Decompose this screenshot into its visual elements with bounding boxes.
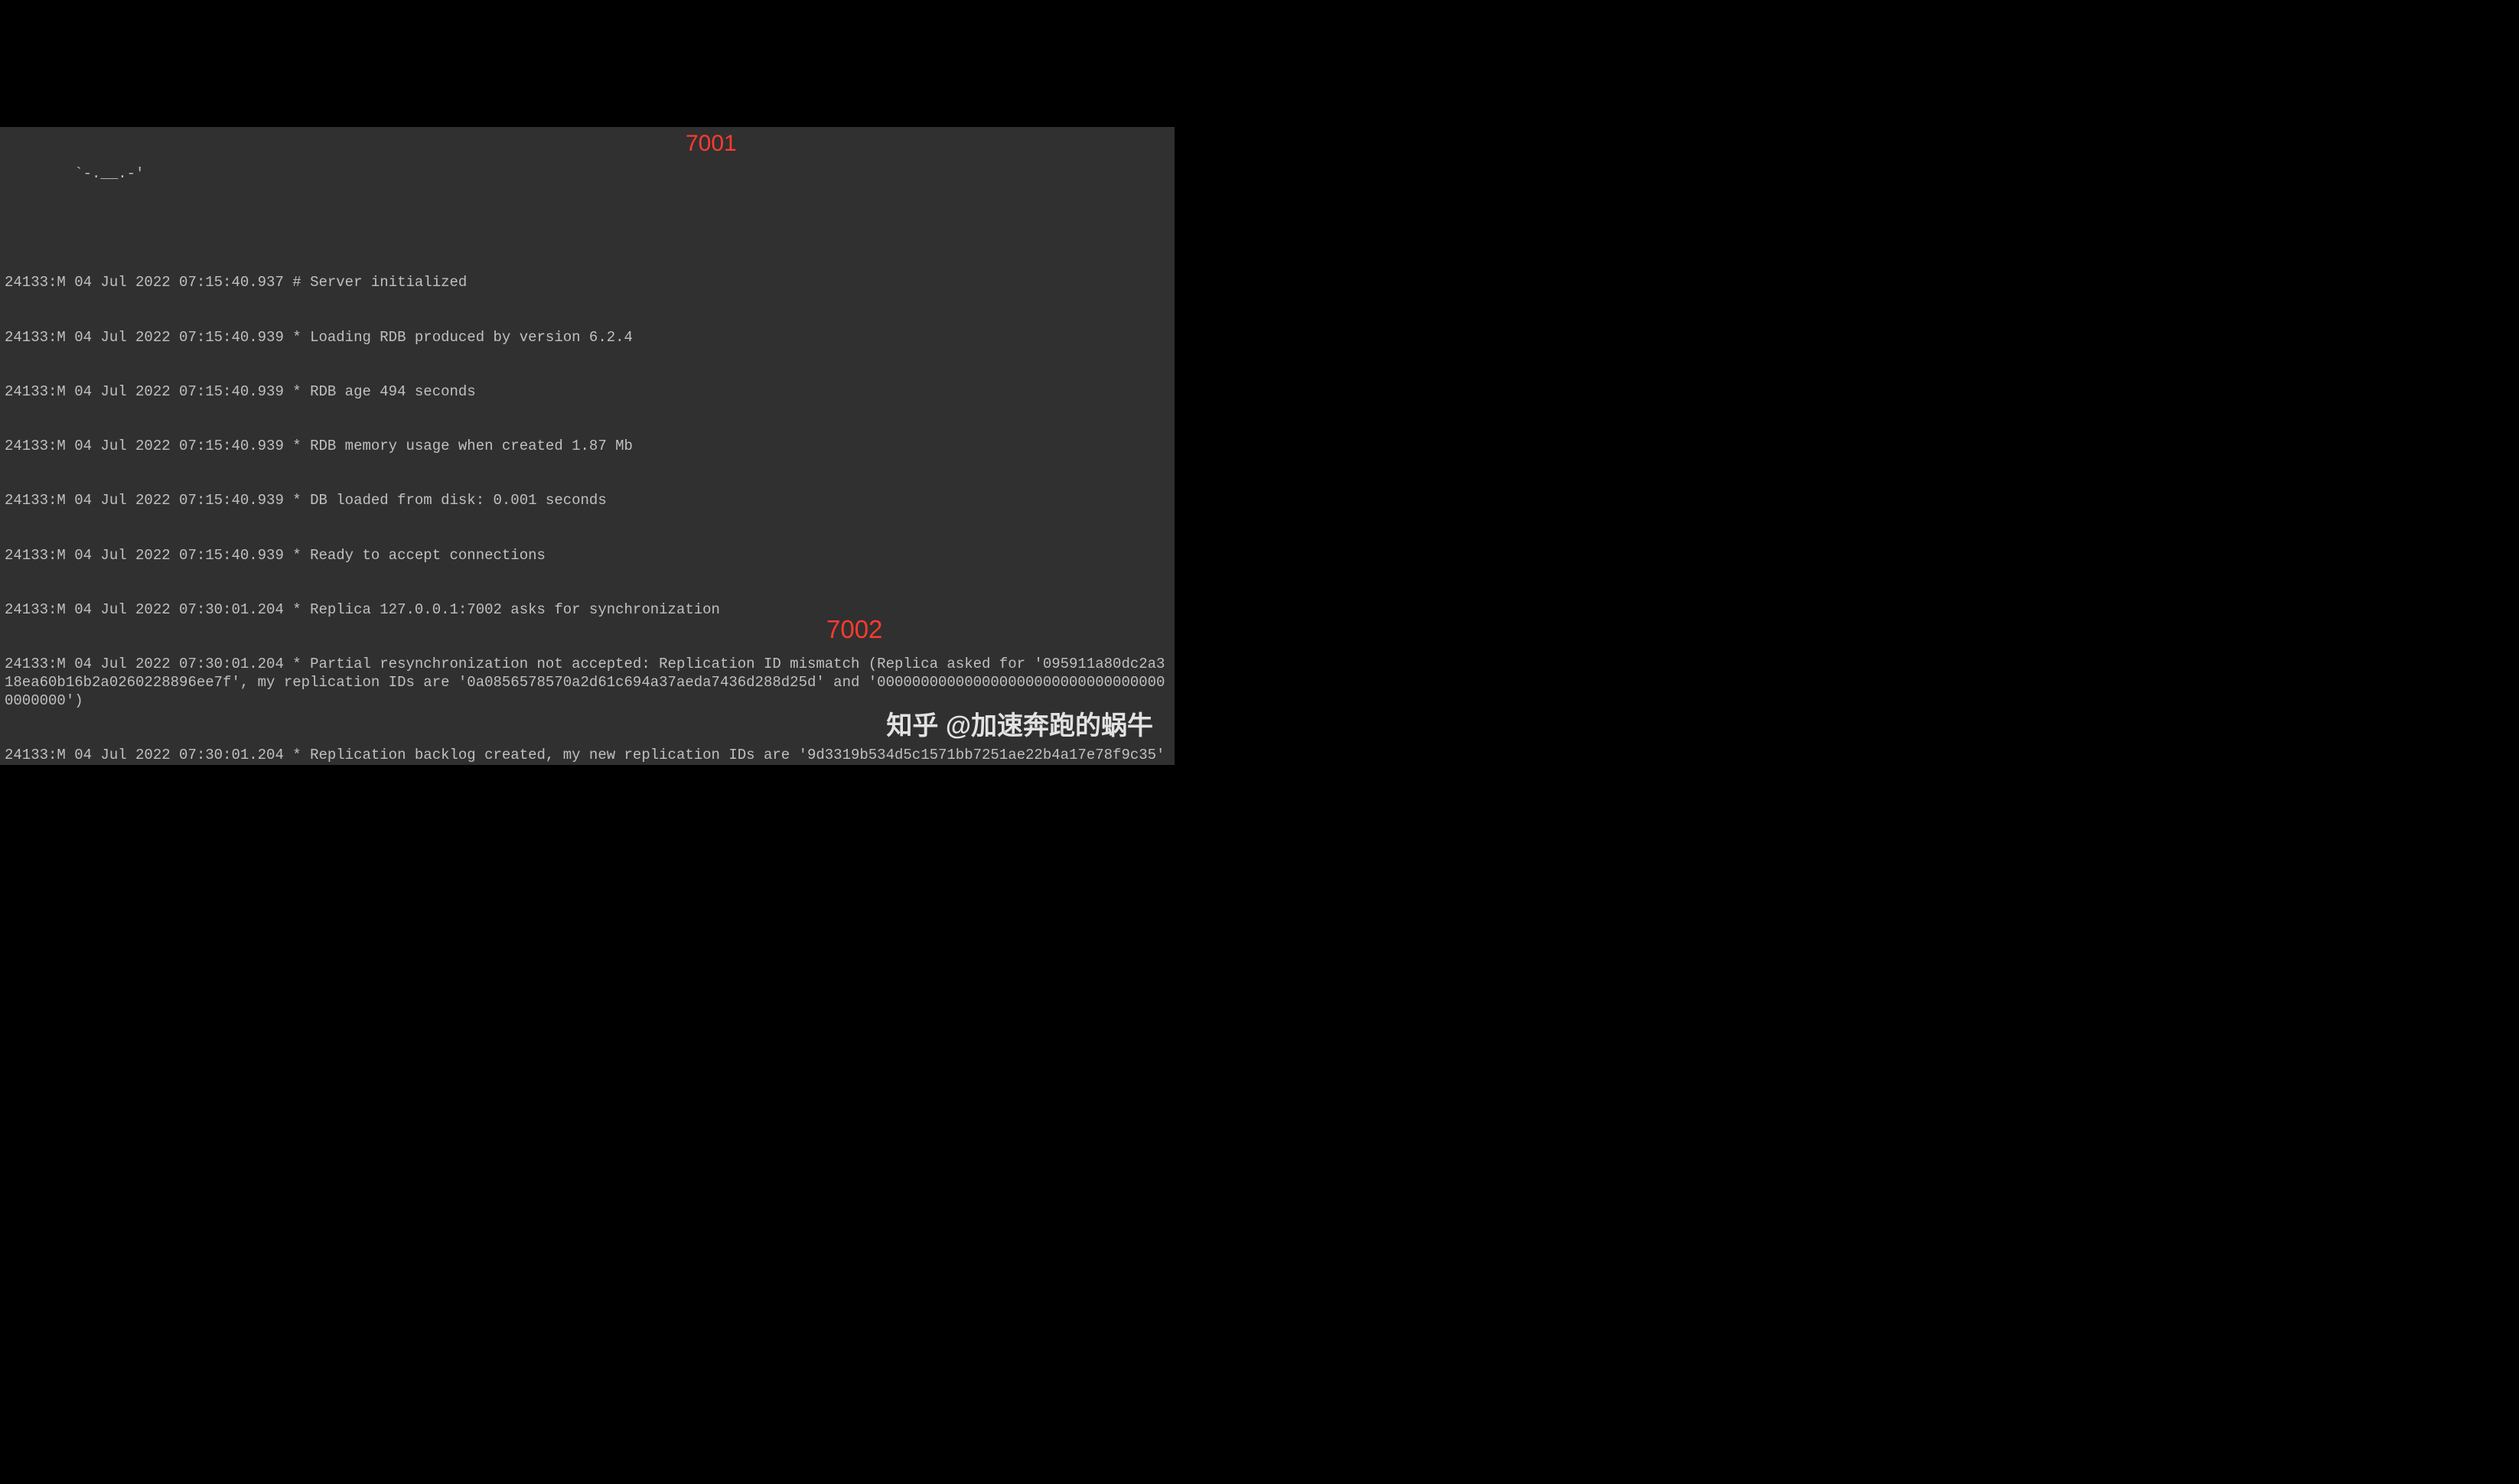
- redis-ascii-art: `-.__.-': [5, 165, 1170, 184]
- log-line: 24133:M 04 Jul 2022 07:15:40.939 * RDB a…: [5, 383, 1170, 402]
- log-line: 24133:M 04 Jul 2022 07:15:40.939 * Ready…: [5, 547, 1170, 565]
- log-line: 24133:M 04 Jul 2022 07:15:40.939 * Loadi…: [5, 329, 1170, 347]
- log-line: 24133:M 04 Jul 2022 07:15:40.937 # Serve…: [5, 274, 1170, 292]
- log-line: 24133:M 04 Jul 2022 07:30:01.204 * Parti…: [5, 656, 1170, 710]
- log-line: 24133:M 04 Jul 2022 07:30:01.204 * Repli…: [5, 747, 1170, 765]
- blank-line: [5, 220, 1170, 238]
- log-line: 24133:M 04 Jul 2022 07:15:40.939 * RDB m…: [5, 438, 1170, 456]
- terminal-pane-top[interactable]: `-.__.-' 24133:M 04 Jul 2022 07:15:40.93…: [0, 127, 1175, 765]
- log-line: 24133:M 04 Jul 2022 07:15:40.939 * DB lo…: [5, 492, 1170, 510]
- log-line: 24133:M 04 Jul 2022 07:30:01.204 * Repli…: [5, 601, 1170, 620]
